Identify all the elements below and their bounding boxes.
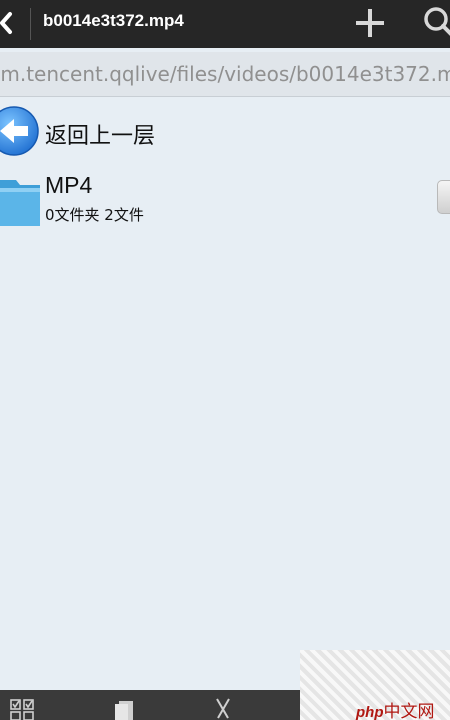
copy-icon[interactable]	[112, 698, 136, 720]
title-bar: b0014e3t372.mp4	[0, 0, 450, 48]
path-bar[interactable]: .m.tencent.qqlive/files/videos/b0014e3t3…	[0, 52, 450, 97]
watermark-brand: php	[356, 704, 384, 720]
cut-icon[interactable]	[211, 698, 235, 720]
plus-icon	[356, 9, 384, 37]
back-arrow-circle-icon	[0, 106, 39, 156]
folder-info: 0文件夹 2文件	[45, 206, 144, 224]
list-item[interactable]: MP4 0文件夹 2文件	[0, 166, 450, 232]
search-icon	[424, 7, 450, 36]
folder-name: MP4	[45, 172, 93, 198]
watermark-suffix: 中文网	[383, 702, 435, 720]
go-up-label: 返回上一层	[45, 124, 156, 149]
page-title: b0014e3t372.mp4	[43, 11, 184, 30]
add-button[interactable]	[352, 6, 388, 40]
back-button[interactable]	[0, 6, 18, 40]
back-arrow-icon	[0, 12, 12, 34]
current-path: .m.tencent.qqlive/files/videos/b0014e3t3…	[0, 62, 450, 86]
select-all-icon[interactable]	[10, 698, 34, 720]
item-checkbox[interactable]	[437, 180, 450, 214]
title-divider	[30, 8, 31, 40]
search-button[interactable]	[418, 4, 450, 40]
folder-icon	[0, 180, 40, 226]
go-up-row[interactable]: 返回上一层	[0, 100, 450, 162]
watermark-logo: php中文网	[356, 697, 435, 720]
